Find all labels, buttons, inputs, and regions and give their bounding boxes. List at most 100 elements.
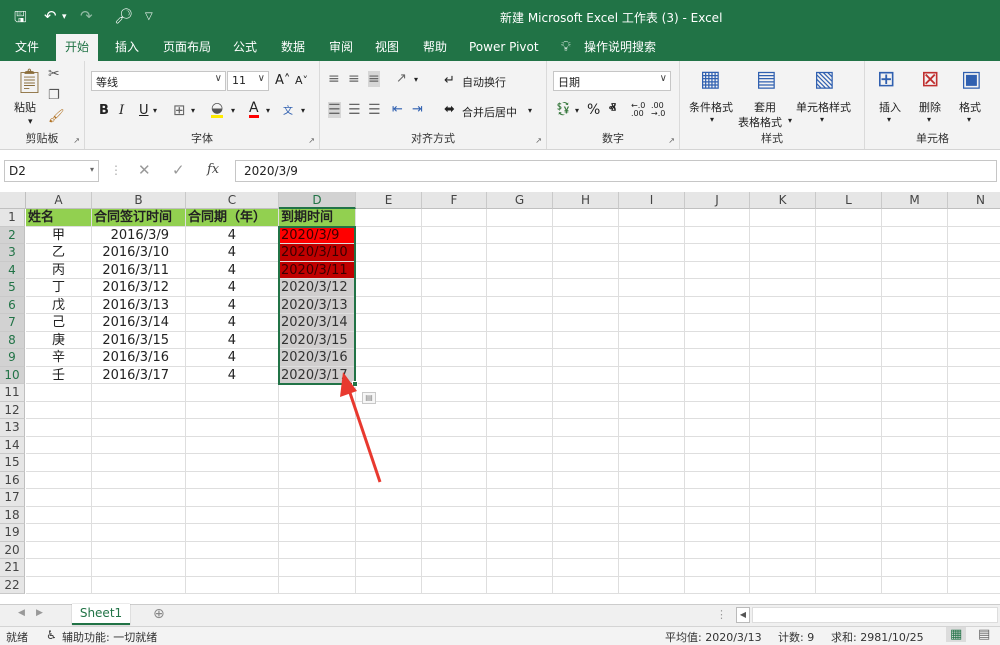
format-as-table-icon[interactable]: ▤ [756,67,777,92]
decrease-decimal-icon[interactable]: .00 →.0 [651,102,665,118]
format-painter-icon[interactable]: 🖌︎ [48,109,65,124]
paste-dropdown-icon[interactable]: ▾ [28,117,33,127]
underline-icon[interactable]: U [139,103,149,118]
increase-decimal-icon[interactable]: ←.0.00 [631,102,645,118]
tab-view[interactable]: 视图 [366,34,408,61]
conditional-format-dropdown-icon[interactable]: ▾ [710,115,714,124]
delete-cells-icon[interactable]: ⊠ [921,67,939,92]
number-format-combo[interactable]: 日期 ∨ [553,71,671,91]
increase-indent-icon[interactable]: ⇥ [412,102,423,117]
format-cells-button[interactable]: 格式 [959,99,981,115]
tab-insert[interactable]: 插入 [106,34,148,61]
accounting-dropdown-icon[interactable]: ▾ [575,106,579,115]
wrap-text-button[interactable]: 自动换行 [462,74,506,90]
paste-icon[interactable]: 📋︎ [14,67,44,95]
tab-splitter-icon[interactable]: ⋮ [716,608,727,621]
merge-center-button[interactable]: 合并后居中 [462,104,517,120]
underline-dropdown-icon[interactable]: ▾ [153,106,157,115]
insert-dropdown-icon[interactable]: ▾ [887,115,891,124]
tab-formulas[interactable]: 公式 [224,34,266,61]
wrap-text-icon[interactable]: ↵ [444,73,455,88]
delete-cells-button[interactable]: 删除 [919,99,941,115]
worksheet-grid[interactable]: ABCDEFGHIJKLMN 1 2 3 4 5 6 7 8 9 10 11 12 13 14 15 16 17… [0,192,1000,604]
name-box-dropdown-icon[interactable]: ▾ [90,165,94,174]
print-preview-icon[interactable]: 🔎︎ [114,7,133,25]
alignment-launcher-icon[interactable]: ↗ [535,136,542,145]
align-top-icon[interactable]: ≡ [328,71,340,87]
cell-styles-icon[interactable]: ▧ [814,67,835,92]
name-box[interactable]: D2 ▾ [4,160,99,182]
tab-help[interactable]: 帮助 [414,34,456,61]
font-name-combo[interactable]: 等线 ∨ [91,71,226,91]
paste-button[interactable]: 粘贴 [14,99,36,115]
conditional-format-button[interactable]: 条件格式 [689,99,733,115]
normal-view-icon[interactable]: ▦ [946,627,967,642]
font-size-combo[interactable]: 11 ∨ [227,71,269,91]
formula-input[interactable]: 2020/3/9 [235,160,997,182]
save-icon[interactable]: 🖫 [14,7,27,32]
format-dropdown-icon[interactable]: ▾ [967,115,971,124]
hscroll-left-icon[interactable]: ◀ [736,607,750,623]
font-launcher-icon[interactable]: ↗ [308,136,315,145]
clipboard-launcher-icon[interactable]: ↗ [73,136,80,145]
format-as-table-line1[interactable]: 套用 [754,99,776,115]
number-launcher-icon[interactable]: ↗ [668,136,675,145]
orientation-dropdown-icon[interactable]: ▾ [414,75,418,84]
format-cells-icon[interactable]: ▣ [961,67,982,92]
new-sheet-icon[interactable]: ⊕ [153,606,165,622]
tab-data[interactable]: 数据 [272,34,314,61]
insert-cells-icon[interactable]: ⊞ [877,67,895,92]
copy-icon[interactable]: ❐ [48,88,60,103]
fill-color-dropdown-icon[interactable]: ▾ [231,106,235,115]
bold-icon[interactable]: B [99,103,109,118]
phonetic-guide-icon[interactable]: 文 [283,102,293,117]
enter-icon[interactable]: ✓ [172,161,185,179]
font-color-icon[interactable]: A [249,101,259,118]
align-middle-icon[interactable]: ≡ [348,71,360,87]
horizontal-scrollbar[interactable] [752,607,998,623]
percent-icon[interactable]: % [587,102,600,118]
undo-icon[interactable]: ↶ [44,7,57,25]
align-left-icon[interactable]: ☰ [328,102,341,118]
decrease-font-icon[interactable]: A˅ [295,74,308,87]
undo-dropdown-icon[interactable]: ▾ [62,12,67,22]
align-right-icon[interactable]: ☰ [368,102,381,118]
tab-home[interactable]: 开始 [56,34,99,61]
merge-center-icon[interactable]: ⬌ [444,102,455,117]
comma-style-icon[interactable]: ⱏ [609,101,616,117]
align-center-icon[interactable]: ☰ [348,102,361,118]
tab-power-pivot[interactable]: Power Pivot [460,34,548,61]
sheet-scroll-left-icon[interactable]: ◀ [18,608,25,618]
tab-review[interactable]: 审阅 [320,34,362,61]
font-color-dropdown-icon[interactable]: ▾ [266,106,270,115]
phonetic-dropdown-icon[interactable]: ▾ [301,106,305,115]
conditional-format-icon[interactable]: ▦ [700,67,721,92]
merge-dropdown-icon[interactable]: ▾ [528,106,532,115]
accounting-format-icon[interactable]: 💱︎ [555,102,572,117]
tell-me-search[interactable]: 操作说明搜索 [575,34,665,61]
borders-icon[interactable]: ⊞ [173,101,186,119]
orientation-icon[interactable]: ↗ [396,71,407,86]
redo-icon[interactable]: ↷ [80,7,93,25]
tab-file[interactable]: 文件 [6,34,48,61]
borders-dropdown-icon[interactable]: ▾ [191,106,195,115]
cell-styles-button[interactable]: 单元格样式 [796,99,851,115]
sheet-tab-sheet1[interactable]: Sheet1 [72,604,130,625]
insert-cells-button[interactable]: 插入 [879,99,901,115]
italic-icon[interactable]: I [119,103,124,118]
page-layout-view-icon[interactable]: ▤ [978,627,990,642]
customize-quick-access-icon[interactable]: ▽ [145,11,153,22]
fill-color-icon[interactable]: ◒ [211,101,224,118]
status-accessibility[interactable]: 辅助功能: 一切就绪 [62,629,157,645]
delete-dropdown-icon[interactable]: ▾ [927,115,931,124]
cut-icon[interactable]: ✂ [48,66,60,82]
increase-font-icon[interactable]: A˄ [275,73,290,88]
format-as-table-line2[interactable]: 表格格式 [738,114,782,130]
insert-function-icon[interactable]: fx [207,162,219,177]
decrease-indent-icon[interactable]: ⇤ [392,102,403,117]
cell-styles-dropdown-icon[interactable]: ▾ [820,115,824,124]
align-bottom-icon[interactable]: ≡ [368,71,380,87]
sheet-scroll-right-icon[interactable]: ▶ [36,608,43,618]
tab-page-layout[interactable]: 页面布局 [154,34,220,61]
format-as-table-dropdown-icon[interactable]: ▾ [788,116,792,125]
